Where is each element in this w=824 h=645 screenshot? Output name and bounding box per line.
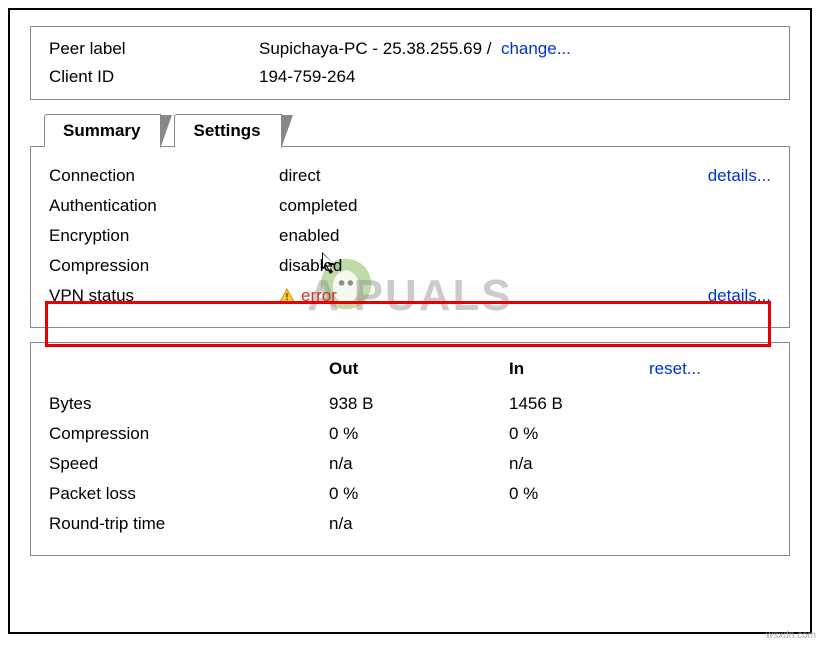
stats-panel: Out In reset... Bytes938 B1456 BCompress… xyxy=(30,342,790,556)
stats-row-out: 938 B xyxy=(329,394,509,414)
reset-link[interactable]: reset... xyxy=(649,359,701,378)
stats-row-label: Speed xyxy=(49,454,329,474)
stats-row: Bytes938 B1456 B xyxy=(49,389,771,419)
auth-value: completed xyxy=(279,196,509,216)
stats-row-in: 0 % xyxy=(509,424,649,444)
encryption-label: Encryption xyxy=(49,226,279,246)
stats-row-label: Packet loss xyxy=(49,484,329,504)
connection-value: direct xyxy=(279,166,509,186)
connection-label: Connection xyxy=(49,166,279,186)
tab-settings-label: Settings xyxy=(193,121,260,140)
footer-watermark: wsxdn.com xyxy=(766,630,816,641)
stats-row-label: Round-trip time xyxy=(49,514,329,534)
tab-summary[interactable]: Summary xyxy=(44,114,161,147)
stats-row: Compression0 %0 % xyxy=(49,419,771,449)
peer-label-label: Peer label xyxy=(49,39,259,59)
vpn-details-link[interactable]: details... xyxy=(708,286,771,306)
stats-out-hdr: Out xyxy=(329,359,509,379)
stats-row-out: 0 % xyxy=(329,484,509,504)
client-id-label: Client ID xyxy=(49,67,259,87)
auth-label: Authentication xyxy=(49,196,279,216)
tab-summary-label: Summary xyxy=(63,121,140,140)
stats-row-out: 0 % xyxy=(329,424,509,444)
stats-row-in: n/a xyxy=(509,454,649,474)
stats-in-hdr: In xyxy=(509,359,649,379)
stats-row-in: 1456 B xyxy=(509,394,649,414)
summary-panel: Connection direct details... Authenticat… xyxy=(30,146,790,328)
connection-details-link[interactable]: details... xyxy=(708,166,771,186)
stats-row-label: Compression xyxy=(49,424,329,444)
stats-row-out: n/a xyxy=(329,514,509,534)
stats-row-out: n/a xyxy=(329,454,509,474)
tab-settings[interactable]: Settings xyxy=(174,114,281,147)
encryption-value: enabled xyxy=(279,226,509,246)
client-id-value: 194-759-264 xyxy=(259,67,771,87)
compression-value: disabled xyxy=(279,256,509,276)
vpn-status-value: error xyxy=(301,286,337,306)
change-link[interactable]: change... xyxy=(501,39,571,58)
stats-row-in: 0 % xyxy=(509,484,649,504)
stats-empty-hdr xyxy=(49,359,329,379)
stats-row: Speedn/an/a xyxy=(49,449,771,479)
tab-row: Summary Settings xyxy=(44,114,790,147)
vpn-status-label: VPN status xyxy=(49,286,279,306)
compression-label: Compression xyxy=(49,256,279,276)
stats-row: Packet loss0 %0 % xyxy=(49,479,771,509)
stats-row-in xyxy=(509,514,649,534)
warning-icon xyxy=(279,288,295,304)
peer-info-box: Peer label Supichaya-PC - 25.38.255.69 /… xyxy=(30,26,790,100)
stats-row-label: Bytes xyxy=(49,394,329,414)
peer-label-value: Supichaya-PC - 25.38.255.69 / xyxy=(259,39,491,58)
stats-row: Round-trip timen/a xyxy=(49,509,771,539)
